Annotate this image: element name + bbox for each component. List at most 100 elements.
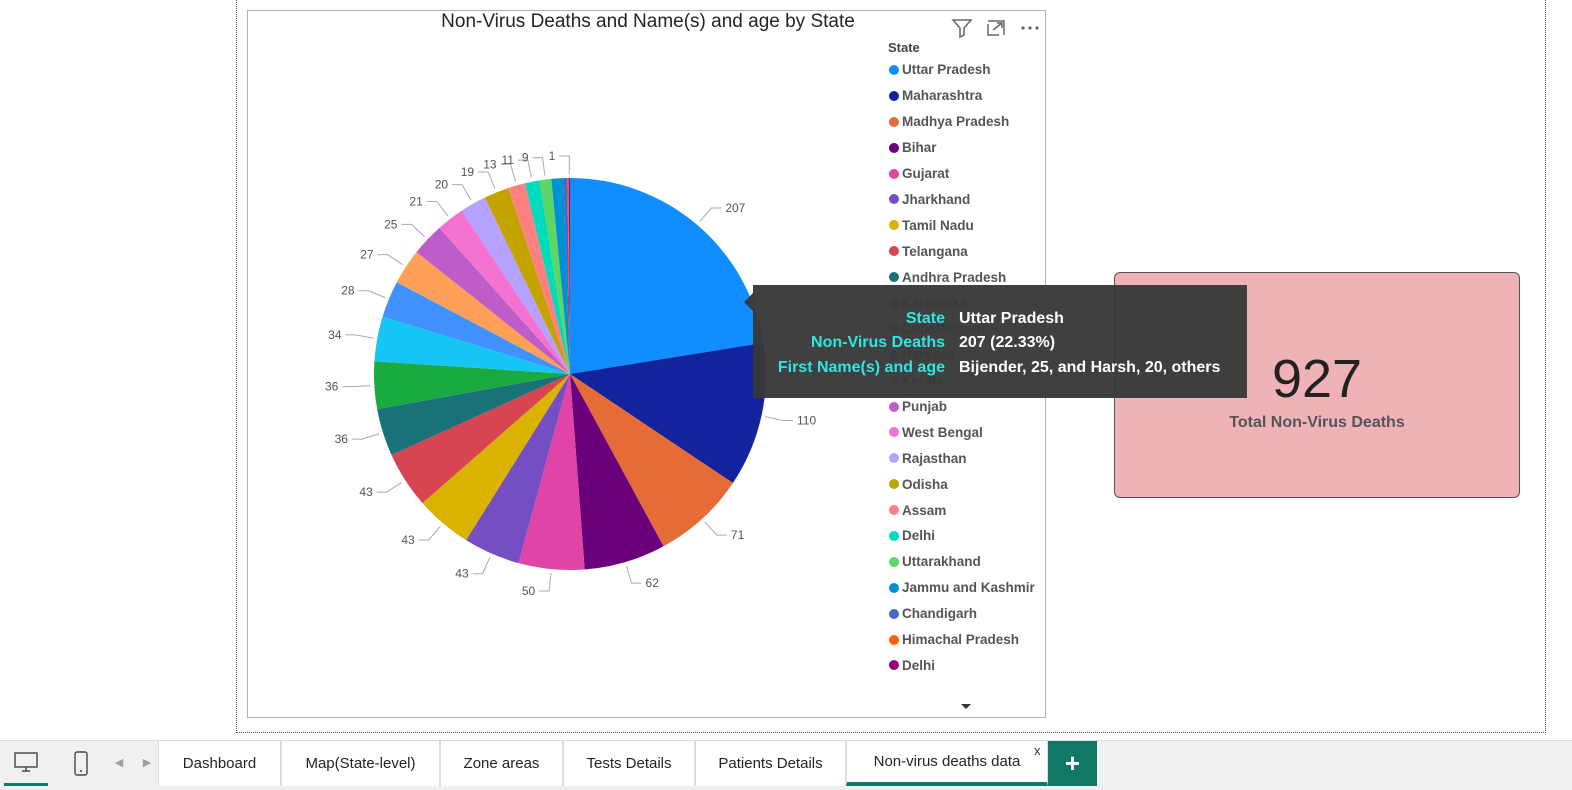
tab-zone-areas[interactable]: Zone areas xyxy=(440,741,563,786)
legend-label: Tamil Nadu xyxy=(902,217,974,233)
legend-item[interactable]: Rajasthan xyxy=(886,445,1046,471)
legend-scroll-down-icon[interactable] xyxy=(958,699,974,711)
data-label: 28 xyxy=(341,284,355,298)
legend-swatch xyxy=(889,505,899,516)
data-label-leader xyxy=(532,157,546,176)
legend-item[interactable]: Uttarakhand xyxy=(886,549,1046,575)
data-label: 43 xyxy=(455,567,469,581)
legend-swatch xyxy=(889,194,899,205)
close-tab-icon[interactable]: x xyxy=(1034,743,1041,758)
data-label-leader xyxy=(704,521,727,536)
legend-swatch xyxy=(889,556,899,567)
legend-item[interactable]: Bihar xyxy=(886,135,1046,161)
legend-label: Chandigarh xyxy=(902,606,978,622)
data-label: 9 xyxy=(522,151,529,165)
tooltip-row-state: State Uttar Pradesh xyxy=(753,307,1247,331)
data-label-leader xyxy=(345,334,374,339)
desktop-view-icon[interactable] xyxy=(4,741,48,786)
legend-label: West Bengal xyxy=(902,424,983,440)
legend-item[interactable]: Delhi xyxy=(886,523,1046,549)
data-label: 13 xyxy=(483,157,497,171)
data-label-leader xyxy=(478,171,496,189)
legend-item[interactable]: Telangana xyxy=(886,238,1046,264)
data-label: 36 xyxy=(335,432,349,446)
legend-item[interactable]: Jharkhand xyxy=(886,186,1046,212)
legend-title: State xyxy=(888,40,920,55)
legend-swatch xyxy=(889,272,899,283)
legend-item[interactable]: Gujarat xyxy=(886,161,1046,187)
legend-label: Rajasthan xyxy=(902,450,967,466)
legend-item[interactable]: Chandigarh xyxy=(886,601,1046,627)
legend-swatch xyxy=(889,142,899,153)
legend-swatch xyxy=(889,220,899,231)
tooltip-row-deaths: Non-Virus Deaths 207 (22.33%) xyxy=(753,331,1247,355)
legend-swatch xyxy=(889,90,899,101)
data-label-leader xyxy=(376,481,403,493)
legend-item[interactable]: Jammu and Kashmir xyxy=(886,575,1046,601)
legend-swatch xyxy=(889,64,899,75)
data-label-leader xyxy=(401,223,425,238)
legend-label: Uttar Pradesh xyxy=(902,62,991,78)
legend-label: Himachal Pradesh xyxy=(902,632,1020,648)
tab-non-virus-deaths-data[interactable]: Non-virus deaths data xyxy=(846,741,1048,786)
data-label-leader xyxy=(625,565,642,584)
legend-item[interactable]: Maharashtra xyxy=(886,83,1046,109)
legend-item[interactable]: Delhi xyxy=(886,652,1046,678)
legend-item[interactable]: Madhya Pradesh xyxy=(886,109,1046,135)
legend-swatch xyxy=(889,634,899,645)
tooltip-value: 207 (22.33%) xyxy=(959,334,1056,351)
legend-swatch xyxy=(889,479,899,490)
data-label-leader xyxy=(559,155,570,175)
data-label: 21 xyxy=(409,194,423,208)
tooltip-key: Non-Virus Deaths xyxy=(811,334,945,351)
legend-label: Uttarakhand xyxy=(902,554,981,570)
legend-swatch xyxy=(889,582,899,593)
add-page-button[interactable]: + xyxy=(1048,741,1097,786)
tab-patients-details[interactable]: Patients Details xyxy=(695,741,846,786)
tooltip: State Uttar Pradesh Non-Virus Deaths 207… xyxy=(753,285,1247,398)
data-label: 207 xyxy=(725,201,745,215)
legend-label: Assam xyxy=(902,502,947,518)
data-label-leader xyxy=(472,557,491,575)
next-page-icon[interactable]: ▶ xyxy=(140,753,154,773)
previous-page-icon[interactable]: ◀ xyxy=(112,753,126,773)
data-label: 1 xyxy=(549,149,556,163)
data-label-leader xyxy=(426,200,449,217)
data-label: 25 xyxy=(384,217,398,231)
legend-label: Gujarat xyxy=(902,166,950,181)
page-navigation-bar: ◀ ▶ Dashboard Map(State-level) Zone area… xyxy=(0,740,1572,790)
tooltip-value: Bijender, 25, and Harsh, 20, others xyxy=(959,359,1221,376)
legend-item[interactable]: Assam xyxy=(886,497,1046,523)
data-label: 36 xyxy=(325,380,339,394)
legend-label: Madhya Pradesh xyxy=(902,114,1010,130)
legend-label: Punjab xyxy=(902,399,948,415)
data-label-leader xyxy=(699,207,722,223)
legend-swatch xyxy=(889,401,899,412)
legend-swatch xyxy=(889,530,899,541)
tab-dashboard[interactable]: Dashboard xyxy=(158,741,281,786)
legend-swatch xyxy=(889,246,899,257)
data-label-leader xyxy=(539,573,552,592)
legend-label: Odisha xyxy=(902,476,948,492)
data-label: 27 xyxy=(360,248,374,262)
legend-item[interactable]: Uttar Pradesh xyxy=(886,57,1046,83)
legend-swatch xyxy=(889,608,899,619)
legend-item[interactable]: Odisha xyxy=(886,471,1046,497)
tab-tests-details[interactable]: Tests Details xyxy=(563,741,695,786)
legend-label: Jharkhand xyxy=(902,191,971,207)
data-label: 50 xyxy=(522,584,536,598)
legend-label: Delhi xyxy=(902,528,936,544)
legend-label: Delhi xyxy=(902,657,936,673)
data-label-leader xyxy=(765,416,793,421)
legend-swatch xyxy=(889,168,899,179)
legend-item[interactable]: Himachal Pradesh xyxy=(886,627,1046,653)
legend-item[interactable]: West Bengal xyxy=(886,419,1046,445)
legend-label: Andhra Pradesh xyxy=(902,269,1007,285)
data-label: 43 xyxy=(401,533,415,547)
tab-map-state-level[interactable]: Map(State-level) xyxy=(281,741,440,786)
tooltip-row-names: First Name(s) and age Bijender, 25, and … xyxy=(753,356,1247,380)
data-label-leader xyxy=(377,254,403,265)
mobile-view-icon[interactable] xyxy=(59,741,103,786)
legend-item[interactable]: Tamil Nadu xyxy=(886,212,1046,238)
legend-swatch xyxy=(889,453,899,464)
